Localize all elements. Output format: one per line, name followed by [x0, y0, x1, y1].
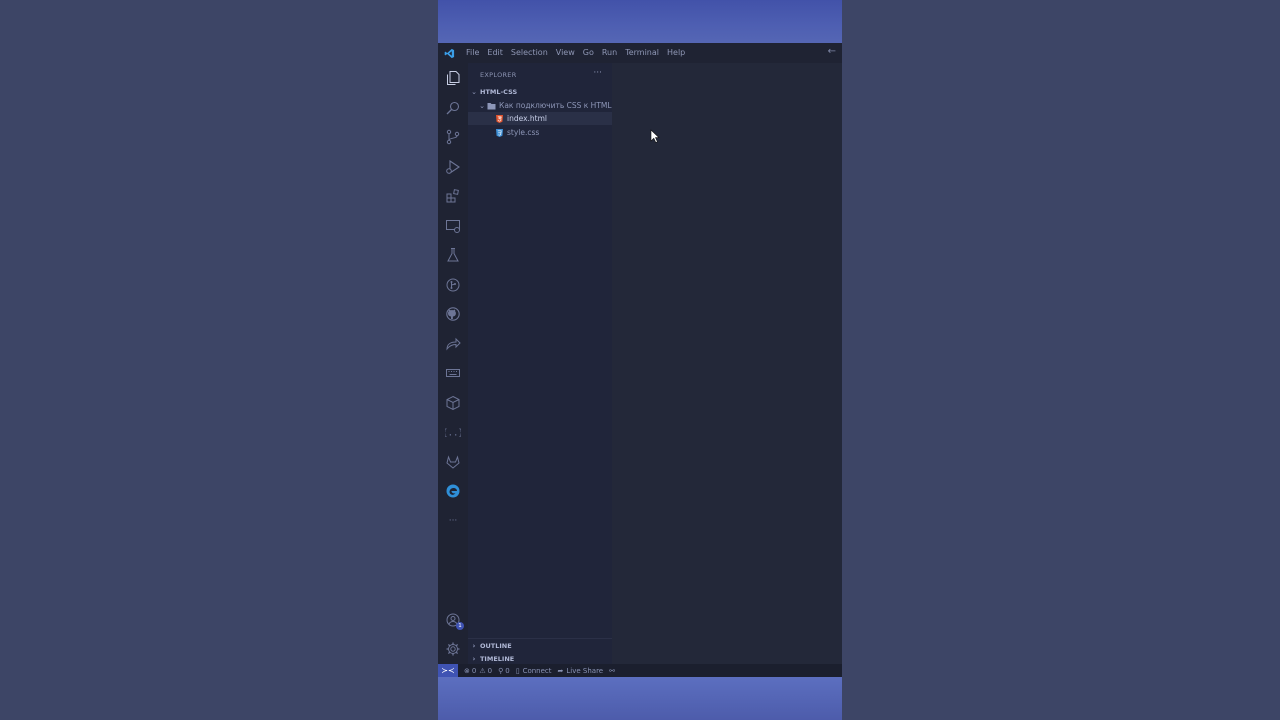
- back-arrow-icon[interactable]: ←: [828, 46, 836, 57]
- html-file-icon: [494, 114, 504, 124]
- search-icon[interactable]: [444, 99, 462, 117]
- css-file-icon: [494, 128, 504, 138]
- svg-text:{..}: {..}: [445, 429, 461, 439]
- folder-open-icon: [486, 101, 496, 111]
- workspace-label: HTML-CSS: [480, 87, 518, 96]
- edge-browser-icon[interactable]: [444, 482, 462, 500]
- run-debug-icon[interactable]: [444, 158, 462, 176]
- menu-edit[interactable]: Edit: [483, 43, 507, 63]
- workspace-root[interactable]: ⌄ HTML-CSS: [468, 85, 612, 98]
- live-share-arrow-icon: ➦: [557, 666, 564, 675]
- outline-section-header[interactable]: › OUTLINE: [468, 638, 612, 652]
- ports-status[interactable]: ⚲ 0: [498, 667, 510, 675]
- chevron-down-icon: ⌄: [471, 87, 477, 96]
- explorer-icon[interactable]: [444, 69, 462, 87]
- broadcast-status[interactable]: ⚯: [609, 667, 615, 675]
- editor-area[interactable]: [612, 63, 842, 664]
- git-graph-icon[interactable]: [444, 276, 462, 294]
- gitlab-icon[interactable]: [444, 453, 462, 471]
- menu-go[interactable]: Go: [579, 43, 598, 63]
- warning-count: 0: [487, 666, 493, 675]
- accounts-icon[interactable]: 1: [444, 611, 464, 630]
- more-views-icon[interactable]: ···: [444, 512, 462, 530]
- file-row-index-html[interactable]: index.html: [468, 112, 612, 125]
- explorer-sidebar: EXPLORER ··· ⌄ HTML-CSS ⌄ Как подключить…: [468, 63, 612, 664]
- status-bar: ≻≺ ⊗ 0 ⚠ 0 ⚲ 0 ▯ Connect ➦ Live Share ⚯: [438, 664, 842, 677]
- menu-terminal[interactable]: Terminal: [621, 43, 663, 63]
- chevron-down-icon: ⌄: [479, 101, 485, 110]
- github-icon[interactable]: [444, 305, 462, 323]
- folder-label: Как подключить CSS к HTML: [499, 101, 612, 110]
- menu-help[interactable]: Help: [663, 43, 689, 63]
- source-control-icon[interactable]: [444, 128, 462, 146]
- mouse-pointer-icon: [650, 129, 660, 143]
- chevron-right-icon: ›: [472, 641, 476, 650]
- keyboard-icon[interactable]: [444, 364, 462, 382]
- outline-label: OUTLINE: [480, 641, 512, 650]
- menu-bar: File Edit Selection View Go Run Terminal…: [462, 43, 689, 63]
- remote-explorer-icon[interactable]: [444, 217, 462, 235]
- error-icon: ⊗: [464, 666, 470, 675]
- activity-bar: {..} ··· 1: [438, 63, 468, 664]
- settings-gear-icon[interactable]: [444, 640, 462, 658]
- top-gradient-band: [438, 0, 842, 43]
- accounts-badge: 1: [456, 622, 464, 630]
- extensions-icon[interactable]: [444, 187, 462, 205]
- title-bar: File Edit Selection View Go Run Terminal…: [438, 43, 842, 63]
- connect-status[interactable]: ▯ Connect: [516, 667, 552, 675]
- package-box-icon[interactable]: [444, 394, 462, 412]
- testing-flask-icon[interactable]: [444, 246, 462, 264]
- vscode-window: File Edit Selection View Go Run Terminal…: [438, 0, 842, 720]
- live-share-label: Live Share: [566, 666, 604, 675]
- file-row-style-css[interactable]: style.css: [468, 126, 612, 139]
- remote-indicator-icon[interactable]: ≻≺: [438, 664, 458, 677]
- database-icon: ▯: [515, 666, 520, 675]
- explorer-title: EXPLORER: [480, 71, 517, 79]
- folder-row[interactable]: ⌄ Как подключить CSS к HTML: [468, 99, 612, 112]
- warning-icon: ⚠: [479, 666, 486, 675]
- json-braces-icon[interactable]: {..}: [444, 423, 462, 441]
- timeline-label: TIMELINE: [480, 655, 515, 663]
- vscode-logo-icon: [438, 43, 460, 63]
- radio-tower-icon: ⚲: [498, 666, 504, 675]
- broadcast-icon: ⚯: [609, 666, 615, 675]
- live-share-icon[interactable]: [444, 335, 462, 353]
- menu-file[interactable]: File: [462, 43, 483, 63]
- explorer-more-actions-icon[interactable]: ···: [593, 68, 602, 78]
- ports-count: 0: [505, 666, 510, 675]
- problems-status[interactable]: ⊗ 0 ⚠ 0: [464, 667, 492, 675]
- live-share-status[interactable]: ➦ Live Share: [558, 667, 604, 675]
- chevron-right-icon: ›: [472, 655, 476, 663]
- connect-label: Connect: [522, 666, 552, 675]
- error-count: 0: [471, 666, 477, 675]
- menu-view[interactable]: View: [552, 43, 579, 63]
- menu-selection[interactable]: Selection: [507, 43, 552, 63]
- menu-run[interactable]: Run: [598, 43, 621, 63]
- file-label: index.html: [507, 114, 547, 123]
- bottom-gradient-band: [438, 677, 842, 720]
- file-label: style.css: [507, 128, 540, 137]
